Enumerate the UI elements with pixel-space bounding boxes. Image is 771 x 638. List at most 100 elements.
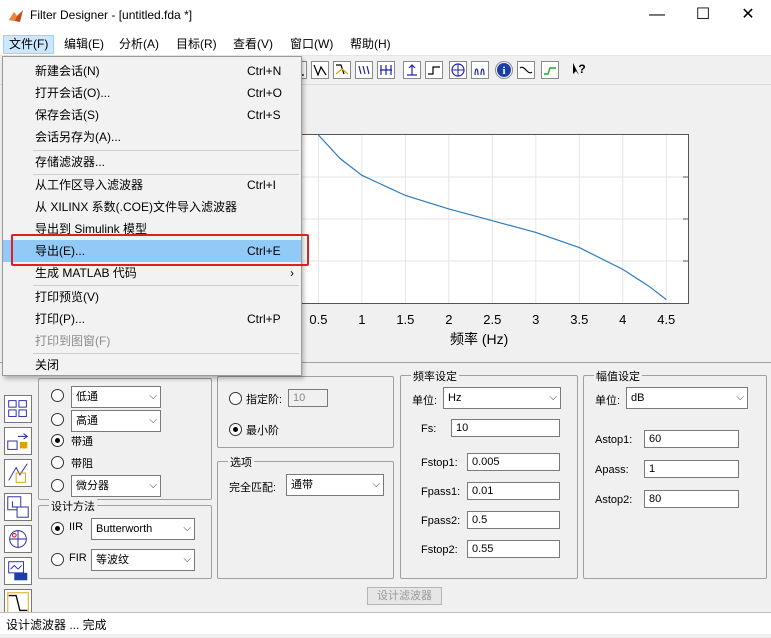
chevron-down-icon: ⌵: [372, 479, 380, 490]
menu-item-save-session[interactable]: 保存会话(S) Ctrl+S: [3, 104, 301, 126]
close-button[interactable]: ✕: [725, 0, 771, 32]
menu-target[interactable]: 目标(R): [171, 35, 222, 54]
menu-view[interactable]: 查看(V): [228, 35, 278, 54]
magnitude-estimate-icon[interactable]: [517, 61, 535, 79]
differentiator-radio[interactable]: [51, 479, 64, 492]
title-bar: Filter Designer - [untitled.fda *] — ☐ ✕: [0, 0, 771, 32]
magnitude-spec-title: 幅值设定: [594, 368, 642, 384]
pole-zero-icon[interactable]: [449, 61, 467, 79]
fir-label: FIR: [69, 552, 87, 564]
freq-unit-label: 单位:: [412, 395, 438, 407]
menu-item-print-to-figure: 打印到图窗(F): [35, 334, 111, 348]
menu-analysis[interactable]: 分析(A): [114, 35, 164, 54]
filter-coefficients-icon[interactable]: [471, 61, 489, 79]
mag-unit-select[interactable]: dB ⌵: [626, 387, 748, 409]
freq-unit-select[interactable]: Hz ⌵: [443, 387, 561, 409]
svg-text:i: i: [502, 65, 505, 77]
fpass1-label: Fpass1:: [421, 486, 461, 498]
menu-item-print-preview[interactable]: 打印预览(V): [3, 286, 301, 308]
menu-item-export[interactable]: 导出(E)... Ctrl+E: [3, 240, 301, 262]
menu-item-close[interactable]: 关闭: [3, 354, 301, 376]
highpass-radio[interactable]: [51, 413, 64, 426]
mag-unit-label: 单位:: [595, 395, 621, 407]
design-filter-button[interactable]: 设计滤波器: [367, 587, 442, 605]
menu-item-import-workspace[interactable]: 从工作区导入滤波器 Ctrl+I: [3, 174, 301, 196]
menu-item-print[interactable]: 打印(P)... Ctrl+P: [3, 308, 301, 330]
menu-file[interactable]: 文件(F): [3, 35, 55, 54]
impulse-response-icon[interactable]: [403, 61, 421, 79]
minimum-order-radio[interactable]: [229, 423, 242, 436]
fs-input[interactable]: 10: [451, 419, 560, 437]
info-icon[interactable]: i: [495, 61, 513, 79]
file-menu-dropdown: 新建会话(N) Ctrl+N 打开会话(O)... Ctrl+O 保存会话(S) Ct…: [2, 56, 302, 376]
step-response-icon[interactable]: [425, 61, 443, 79]
x-tick-label: 4: [619, 312, 627, 327]
lowpass-radio[interactable]: [51, 389, 64, 402]
set-quantization-icon[interactable]: [4, 459, 32, 487]
design-method-title: 设计方法: [49, 498, 97, 514]
match-exactly-select[interactable]: 通带 ⌵: [286, 474, 384, 496]
import-filter-icon[interactable]: [4, 493, 32, 521]
realize-model-icon[interactable]: [4, 395, 32, 423]
iir-method-select[interactable]: Butterworth ⌵: [91, 518, 195, 540]
fpass2-input[interactable]: 0.5: [467, 511, 560, 529]
fir-method-select[interactable]: 等波纹 ⌵: [91, 549, 195, 571]
bandstop-radio[interactable]: [51, 456, 64, 469]
bandpass-label: 带通: [71, 436, 93, 448]
fstop1-input[interactable]: 0.005: [467, 453, 560, 471]
astop1-label: Astop1:: [595, 434, 633, 446]
menu-edit[interactable]: 编辑(E): [59, 35, 109, 54]
menu-item-save-session-as[interactable]: 会话另存为(A)...: [3, 126, 301, 148]
astop2-input[interactable]: 80: [644, 490, 739, 508]
order-input[interactable]: 10: [288, 389, 328, 407]
group-delay-icon[interactable]: [355, 61, 373, 79]
menu-window[interactable]: 窗口(W): [285, 35, 338, 54]
iir-radio[interactable]: [51, 522, 64, 535]
submenu-arrow-icon: ›: [290, 266, 294, 280]
menu-item-import-xilinx[interactable]: 从 XILINX 系数(.COE)文件导入滤波器: [3, 196, 301, 218]
menu-item-store-filter[interactable]: 存储滤波器...: [3, 151, 301, 173]
x-axis-label: 频率 (Hz): [450, 331, 509, 347]
transform-filter-icon[interactable]: [4, 427, 32, 455]
magnitude-spec-panel: 幅值设定 单位: dB ⌵ Astop1: 60 Apass: 1 Astop2:…: [583, 368, 767, 579]
fpass2-label: Fpass2:: [421, 515, 461, 527]
multirate-design-icon[interactable]: [4, 557, 32, 585]
menu-bar: 文件(F) 编辑(E) 分析(A) 目标(R) 查看(V) 窗口(W) 帮助(H…: [0, 32, 771, 56]
apass-input[interactable]: 1: [644, 460, 739, 478]
filter-order-panel: 指定阶: 10 最小阶: [217, 376, 394, 448]
whats-this-help-icon[interactable]: ?: [571, 61, 589, 79]
iir-label: IIR: [69, 521, 84, 533]
x-tick-label: 2.5: [483, 312, 502, 327]
phase-delay-icon[interactable]: [377, 61, 395, 79]
pole-zero-editor-icon[interactable]: [4, 525, 32, 553]
fstop2-label: Fstop2:: [421, 544, 458, 556]
fstop2-input[interactable]: 0.55: [467, 540, 560, 558]
options-panel: 选项 完全匹配: 通带 ⌵: [217, 454, 394, 579]
specify-order-radio[interactable]: [229, 392, 242, 405]
x-tick-label: 1: [358, 312, 366, 327]
plot-canvas: [301, 134, 688, 303]
differentiator-select[interactable]: 微分器 ⌵: [71, 475, 161, 497]
magnitude-plot: [300, 134, 689, 304]
mag-phase-icon[interactable]: [333, 61, 351, 79]
frequency-spec-panel: 频率设定 单位: Hz ⌵ Fs: 10 Fstop1: 0.005 Fpass1…: [400, 368, 578, 579]
phase-response-icon[interactable]: [311, 61, 329, 79]
astop1-input[interactable]: 60: [644, 430, 739, 448]
frequency-spec-title: 频率设定: [411, 368, 459, 384]
chevron-down-icon: ⌵: [183, 554, 191, 565]
maximize-button[interactable]: ☐: [680, 0, 726, 32]
fir-radio[interactable]: [51, 553, 64, 566]
highpass-select[interactable]: 高通 ⌵: [71, 410, 161, 432]
bandpass-radio[interactable]: [51, 434, 64, 447]
menu-item-new-session[interactable]: 新建会话(N) Ctrl+N: [3, 60, 301, 82]
lowpass-select[interactable]: 低通 ⌵: [71, 386, 161, 408]
menu-item-export-simulink[interactable]: 导出到 Simulink 模型: [3, 218, 301, 240]
response-type-panel: 低通 ⌵ 高通 ⌵ 带通 带阻 微分器 ⌵: [38, 378, 212, 500]
menu-help[interactable]: 帮助(H): [345, 35, 396, 54]
minimize-button[interactable]: —: [634, 0, 680, 32]
status-bar: 设计滤波器 ... 完成: [0, 612, 771, 634]
fpass1-input[interactable]: 0.01: [467, 482, 560, 500]
round-off-noise-icon[interactable]: [541, 61, 559, 79]
menu-item-generate-matlab-code[interactable]: 生成 MATLAB 代码 ›: [3, 262, 301, 284]
menu-item-open-session[interactable]: 打开会话(O)... Ctrl+O: [3, 82, 301, 104]
